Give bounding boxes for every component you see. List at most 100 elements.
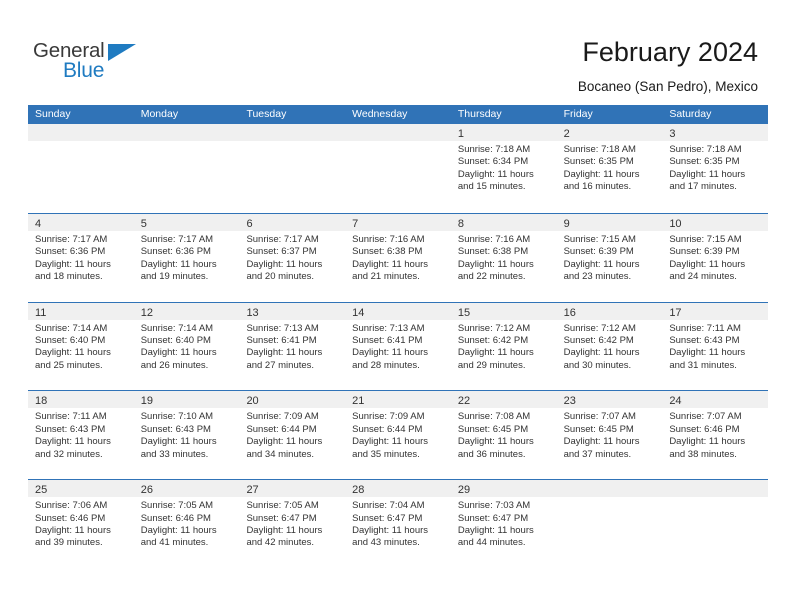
day-number-band <box>239 124 346 141</box>
sunset-text: Sunset: 6:37 PM <box>246 246 317 258</box>
day-number-band: 23 <box>556 391 663 409</box>
sunset-text: Sunset: 6:38 PM <box>457 246 529 258</box>
sunrise-text: Sunrise: 7:08 AM <box>457 411 531 423</box>
daylight-text-line2: and 34 minutes. <box>246 448 315 460</box>
day-number-band: 16 <box>556 302 663 320</box>
day-details: Sunrise: 7:09 AM Sunset: 6:44 PM Daylight:… <box>345 408 451 461</box>
sunset-text: Sunset: 6:38 PM <box>352 246 423 258</box>
calendar-day-cell-empty <box>133 124 240 213</box>
calendar-day-cell[interactable]: 1 Sunrise: 7:18 AM Sunset: 6:34 PM Daylight… <box>450 124 557 213</box>
daylight-text-line2: and 32 minutes. <box>35 448 103 460</box>
calendar-day-cell[interactable]: 3 Sunrise: 7:18 AM Sunset: 6:35 PM Daylight… <box>662 124 769 213</box>
calendar-day-cell[interactable]: 2 Sunrise: 7:18 AM Sunset: 6:35 PM Daylight… <box>556 124 663 213</box>
day-details: Sunrise: 7:17 AM Sunset: 6:36 PM Daylight:… <box>28 231 134 284</box>
day-number: 16 <box>563 306 576 319</box>
day-details: Sunrise: 7:14 AM Sunset: 6:40 PM Daylight:… <box>134 320 240 373</box>
day-details: Sunrise: 7:15 AM Sunset: 6:39 PM Daylight:… <box>557 231 663 284</box>
day-number-band: 28 <box>345 480 451 498</box>
daylight-text-line1: Daylight: 11 hours <box>563 347 640 359</box>
daylight-text-line1: Daylight: 11 hours <box>35 436 111 448</box>
daylight-text-line1: Daylight: 11 hours <box>140 347 217 359</box>
calendar-week-row: 4 Sunrise: 7:17 AM Sunset: 6:36 PM Daylight… <box>28 212 769 302</box>
sunrise-text: Sunrise: 7:18 AM <box>457 144 531 155</box>
day-number-band: 2 <box>556 124 663 141</box>
day-details: Sunrise: 7:18 AM Sunset: 6:35 PM Daylight:… <box>557 141 663 194</box>
calendar-day-cell[interactable]: 17 Sunrise: 7:11 AM Sunset: 6:43 PM Dayligh… <box>662 302 769 391</box>
general-blue-logo[interactable]: General Blue <box>33 40 163 84</box>
calendar-day-cell[interactable]: 4 Sunrise: 7:17 AM Sunset: 6:36 PM Daylight… <box>28 213 134 302</box>
sunrise-text: Sunrise: 7:09 AM <box>246 411 319 423</box>
calendar-day-cell[interactable]: 11 Sunrise: 7:14 AM Sunset: 6:40 PM Dayligh… <box>28 302 134 391</box>
sunset-text: Sunset: 6:39 PM <box>669 246 740 258</box>
calendar-day-cell[interactable]: 23 Sunrise: 7:07 AM Sunset: 6:45 PM Dayligh… <box>556 391 663 480</box>
daylight-text-line2: and 23 minutes. <box>563 271 632 283</box>
calendar-day-cell[interactable]: 25 Sunrise: 7:06 AM Sunset: 6:46 PM Dayligh… <box>28 480 134 568</box>
day-number: 6 <box>246 217 253 230</box>
day-number-band: 4 <box>28 213 134 231</box>
day-number-band: 26 <box>133 480 240 498</box>
sunset-text: Sunset: 6:41 PM <box>246 335 317 346</box>
daylight-text-line1: Daylight: 11 hours <box>563 168 640 180</box>
sunset-text: Sunset: 6:46 PM <box>669 423 740 435</box>
sunrise-text: Sunrise: 7:12 AM <box>457 322 531 334</box>
calendar-day-cell[interactable]: 22 Sunrise: 7:08 AM Sunset: 6:45 PM Dayligh… <box>450 391 557 480</box>
daylight-text-line2: and 30 minutes. <box>563 359 632 371</box>
day-details: Sunrise: 7:09 AM Sunset: 6:44 PM Daylight:… <box>239 408 345 461</box>
daylight-text-line2: and 31 minutes. <box>669 359 737 371</box>
daylight-text-line1: Daylight: 11 hours <box>140 436 217 448</box>
day-number: 10 <box>669 217 682 230</box>
calendar-day-cell[interactable]: 5 Sunrise: 7:17 AM Sunset: 6:36 PM Daylight… <box>133 213 240 302</box>
sunrise-text: Sunrise: 7:14 AM <box>140 322 214 334</box>
day-number: 7 <box>352 217 359 230</box>
daylight-text-line2: and 38 minutes. <box>669 448 737 460</box>
daylight-text-line1: Daylight: 11 hours <box>35 525 111 536</box>
calendar-day-cell[interactable]: 21 Sunrise: 7:09 AM Sunset: 6:44 PM Dayligh… <box>345 391 451 480</box>
calendar-day-cell[interactable]: 9 Sunrise: 7:15 AM Sunset: 6:39 PM Daylight… <box>556 213 663 302</box>
day-details: Sunrise: 7:10 AM Sunset: 6:43 PM Daylight:… <box>134 408 240 461</box>
calendar-day-cell[interactable]: 15 Sunrise: 7:12 AM Sunset: 6:42 PM Dayligh… <box>450 302 557 391</box>
weekday-header-friday: Friday <box>563 108 593 120</box>
page-subtitle-location: Bocaneo (San Pedro), Mexico <box>577 79 758 94</box>
calendar-day-cell[interactable]: 14 Sunrise: 7:13 AM Sunset: 6:41 PM Dayligh… <box>345 302 451 391</box>
calendar-day-cell[interactable]: 27 Sunrise: 7:05 AM Sunset: 6:47 PM Dayligh… <box>239 480 346 568</box>
calendar-day-cell[interactable]: 6 Sunrise: 7:17 AM Sunset: 6:37 PM Daylight… <box>239 213 346 302</box>
day-number: 13 <box>246 306 259 319</box>
daylight-text-line2: and 27 minutes. <box>246 359 315 371</box>
calendar-day-cell[interactable]: 24 Sunrise: 7:07 AM Sunset: 6:46 PM Dayligh… <box>662 391 769 480</box>
sunset-text: Sunset: 6:43 PM <box>669 335 740 346</box>
sunset-text: Sunset: 6:41 PM <box>352 335 423 346</box>
calendar-day-cell[interactable]: 7 Sunrise: 7:16 AM Sunset: 6:38 PM Daylight… <box>345 213 451 302</box>
daylight-text-line2: and 15 minutes. <box>457 181 526 193</box>
calendar-day-cell-empty <box>239 124 346 213</box>
calendar-day-cell[interactable]: 28 Sunrise: 7:04 AM Sunset: 6:47 PM Dayligh… <box>345 480 451 568</box>
daylight-text-line2: and 35 minutes. <box>352 448 420 460</box>
calendar-day-cell[interactable]: 10 Sunrise: 7:15 AM Sunset: 6:39 PM Dayligh… <box>662 213 769 302</box>
day-number-band: 12 <box>133 302 240 320</box>
sunset-text: Sunset: 6:43 PM <box>35 423 106 435</box>
day-details: Sunrise: 7:15 AM Sunset: 6:39 PM Daylight:… <box>662 231 768 284</box>
day-number-band: 13 <box>239 302 346 320</box>
day-number-band <box>662 480 769 498</box>
sunset-text: Sunset: 6:44 PM <box>352 423 423 435</box>
sunrise-text: Sunrise: 7:05 AM <box>246 500 319 512</box>
sunset-text: Sunset: 6:45 PM <box>457 423 529 435</box>
day-number-band: 10 <box>662 213 769 231</box>
calendar-week-row: 1 Sunrise: 7:18 AM Sunset: 6:34 PM Daylight… <box>28 124 769 213</box>
day-number: 29 <box>457 484 471 497</box>
calendar-day-cell[interactable]: 19 Sunrise: 7:10 AM Sunset: 6:43 PM Dayligh… <box>133 391 240 480</box>
day-number-band: 8 <box>450 213 557 231</box>
day-details: Sunrise: 7:11 AM Sunset: 6:43 PM Daylight:… <box>28 408 134 461</box>
day-number: 20 <box>246 395 259 408</box>
day-number-band: 6 <box>239 213 346 231</box>
calendar-week-row: 25 Sunrise: 7:06 AM Sunset: 6:46 PM Dayligh… <box>28 479 769 568</box>
daylight-text-line1: Daylight: 11 hours <box>563 436 640 448</box>
calendar-day-cell[interactable]: 12 Sunrise: 7:14 AM Sunset: 6:40 PM Dayligh… <box>133 302 240 391</box>
calendar-day-cell[interactable]: 18 Sunrise: 7:11 AM Sunset: 6:43 PM Dayligh… <box>28 391 134 480</box>
calendar-day-cell[interactable]: 8 Sunrise: 7:16 AM Sunset: 6:38 PM Daylight… <box>450 213 557 302</box>
calendar-day-cell[interactable]: 16 Sunrise: 7:12 AM Sunset: 6:42 PM Dayligh… <box>556 302 663 391</box>
calendar-day-cell[interactable]: 20 Sunrise: 7:09 AM Sunset: 6:44 PM Dayligh… <box>239 391 346 480</box>
sunset-text: Sunset: 6:44 PM <box>246 423 317 435</box>
calendar-day-cell[interactable]: 26 Sunrise: 7:05 AM Sunset: 6:46 PM Dayligh… <box>133 480 240 568</box>
calendar-day-cell[interactable]: 29 Sunrise: 7:03 AM Sunset: 6:47 PM Dayligh… <box>450 480 557 568</box>
calendar-day-cell[interactable]: 13 Sunrise: 7:13 AM Sunset: 6:41 PM Dayligh… <box>239 302 346 391</box>
